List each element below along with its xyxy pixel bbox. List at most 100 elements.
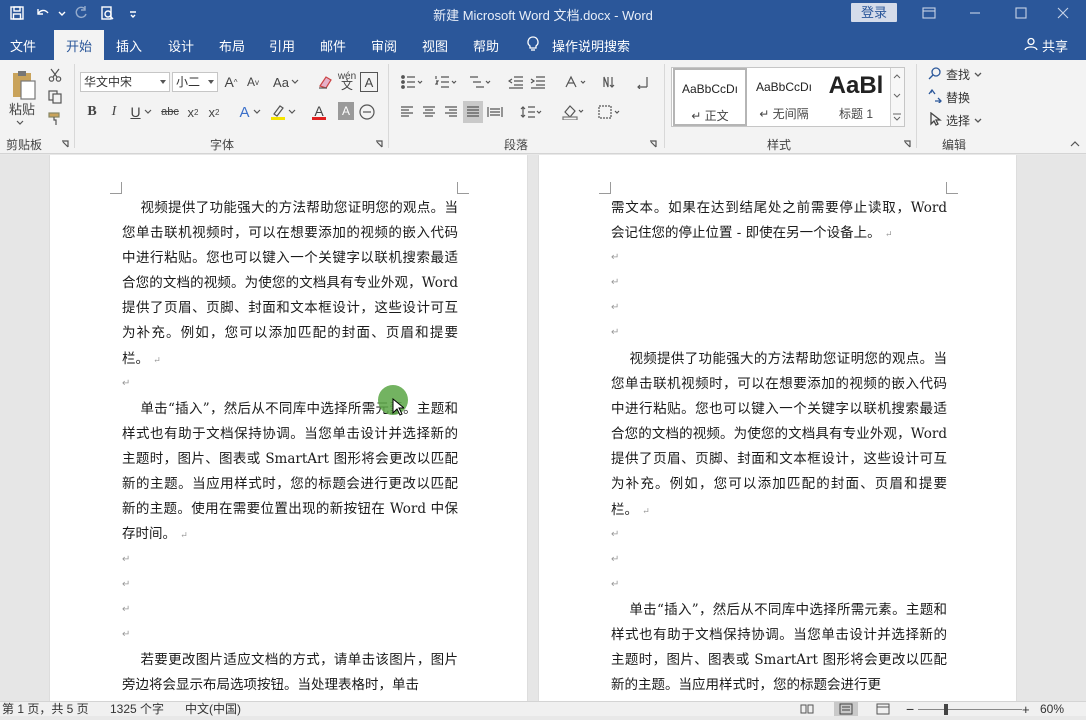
zoom-level[interactable]: 60% xyxy=(1040,702,1064,717)
language-indicator[interactable]: 中文(中国) xyxy=(185,702,241,717)
font-size-dropdown[interactable]: 小二 xyxy=(172,72,218,92)
format-painter-icon[interactable] xyxy=(46,110,64,128)
paragraph[interactable]: 需文本。如果在达到结尾处之前需要停止读取，Word 会记住您的停止位置 - 即使… xyxy=(611,196,947,248)
minimize-icon[interactable] xyxy=(952,0,998,26)
decrease-indent-icon[interactable] xyxy=(506,72,526,92)
bold-icon[interactable]: B xyxy=(84,102,100,122)
paste-dropdown-icon[interactable] xyxy=(10,118,30,128)
paragraph-mark: ↵ xyxy=(884,230,893,241)
print-layout-icon[interactable] xyxy=(834,702,858,716)
enclose-characters-icon[interactable] xyxy=(358,102,376,122)
align-center-icon[interactable] xyxy=(420,102,438,122)
chinese-layout-icon[interactable] xyxy=(560,72,590,92)
maximize-icon[interactable] xyxy=(998,0,1044,26)
tab-help[interactable]: 帮助 xyxy=(473,36,499,55)
share-label: 共享 xyxy=(1041,39,1068,54)
styles-launcher-icon[interactable] xyxy=(902,139,912,149)
tell-me-search[interactable]: 操作说明搜索 xyxy=(552,36,630,55)
share-button[interactable]: 共享 xyxy=(1024,36,1068,55)
paragraph-text: 视频提供了功能强大的方法帮助您证明您的观点。当您单击联机视频时，可以在想要添加的… xyxy=(122,200,463,367)
subscript-icon[interactable]: x2 xyxy=(185,102,201,122)
ribbon-display-options-icon[interactable] xyxy=(906,0,952,26)
page-count[interactable]: 第 1 页，共 5 页 xyxy=(2,702,89,717)
character-shading-icon[interactable]: A xyxy=(338,102,354,120)
clipboard-launcher-icon[interactable] xyxy=(60,139,70,149)
zoom-slider-track[interactable] xyxy=(918,709,1022,710)
tab-layout[interactable]: 布局 xyxy=(219,36,245,55)
web-layout-icon[interactable] xyxy=(876,703,890,719)
font-group-label: 字体 xyxy=(210,138,235,152)
tab-home[interactable]: 开始 xyxy=(54,30,105,60)
margin-corner xyxy=(457,182,469,194)
show-marks-icon[interactable] xyxy=(632,72,652,92)
numbering-icon[interactable] xyxy=(432,72,460,92)
tab-file[interactable]: 文件 xyxy=(10,36,36,55)
vertical-scrollbar[interactable] xyxy=(1066,155,1086,701)
paragraph-launcher-icon[interactable] xyxy=(648,139,658,149)
read-mode-icon[interactable] xyxy=(800,703,814,719)
word-count[interactable]: 1325 个字 xyxy=(110,702,164,717)
character-border-icon[interactable]: A xyxy=(360,72,378,92)
justify-icon[interactable] xyxy=(463,101,483,123)
change-case-label: Aa xyxy=(273,74,289,90)
text-effects-icon[interactable]: A xyxy=(236,102,264,122)
close-icon[interactable] xyxy=(1040,0,1086,26)
login-button[interactable]: 登录 xyxy=(851,3,897,22)
paragraph[interactable]: 视频提供了功能强大的方法帮助您证明您的观点。当您单击联机视频时，可以在想要添加的… xyxy=(611,347,947,525)
superscript-icon[interactable]: x2 xyxy=(206,102,222,122)
sort-icon[interactable] xyxy=(600,72,620,92)
font-name-dropdown[interactable]: 华文中宋 xyxy=(80,72,170,92)
change-case-icon[interactable]: Aa xyxy=(272,72,300,92)
increase-indent-icon[interactable] xyxy=(528,72,548,92)
style-normal[interactable]: AaBbCcDı ↵ 正文 xyxy=(673,68,747,126)
tab-references[interactable]: 引用 xyxy=(269,36,295,55)
zoom-slider-knob[interactable] xyxy=(944,704,948,715)
zoom-in-icon[interactable]: + xyxy=(1022,702,1030,717)
strikethrough-icon[interactable]: abc xyxy=(160,102,180,122)
zoom-out-icon[interactable]: − xyxy=(906,702,914,717)
paragraph-text: 单击“插入”，然后从不同库中选择所需元素。主题和样式也有助于文档保持协调。当您单… xyxy=(122,401,458,543)
tab-mailings[interactable]: 邮件 xyxy=(320,36,346,55)
shrink-font-icon[interactable]: Av xyxy=(244,72,262,92)
style-name: ↵ 正文 xyxy=(691,109,729,123)
tab-review[interactable]: 审阅 xyxy=(371,36,397,55)
underline-icon[interactable]: U xyxy=(127,102,155,122)
italic-icon[interactable]: I xyxy=(106,102,122,122)
distributed-icon[interactable] xyxy=(486,102,504,122)
collapse-ribbon-icon[interactable] xyxy=(1068,138,1082,150)
bullets-icon[interactable] xyxy=(398,72,426,92)
editing-group-label: 编辑 xyxy=(942,138,967,152)
paragraph[interactable]: 视频提供了功能强大的方法帮助您证明您的观点。当您单击联机视频时，可以在想要添加的… xyxy=(122,196,458,374)
select-button[interactable]: 选择 xyxy=(928,111,982,129)
align-left-icon[interactable] xyxy=(398,102,416,122)
font-launcher-icon[interactable] xyxy=(374,139,384,149)
tab-insert[interactable]: 插入 xyxy=(116,36,142,55)
phonetic-guide-icon[interactable]: wén 文 xyxy=(338,70,356,92)
shading-icon[interactable] xyxy=(558,102,588,122)
separator xyxy=(664,64,665,148)
highlight-icon[interactable] xyxy=(268,102,298,122)
cut-icon[interactable] xyxy=(46,66,64,84)
tab-design[interactable]: 设计 xyxy=(168,36,194,55)
clipboard-group-label: 剪贴板 xyxy=(6,138,43,152)
paragraph[interactable]: 单击“插入”，然后从不同库中选择所需元素。主题和样式也有助于文档保持协调。当您单… xyxy=(611,598,947,698)
styles-scroll[interactable] xyxy=(890,68,904,126)
line-spacing-icon[interactable] xyxy=(516,102,546,122)
grow-font-icon[interactable]: A ^ xyxy=(222,72,240,92)
paragraph-group-label: 段落 xyxy=(504,138,529,152)
tab-view[interactable]: 视图 xyxy=(422,36,448,55)
paragraph[interactable]: 若要更改图片适应文档的方式，请单击该图片，图片旁边将会显示布局选项按钮。当处理表… xyxy=(122,648,458,698)
style-heading-1[interactable]: AaBl 标题 1 xyxy=(821,68,891,126)
font-color-icon[interactable]: A xyxy=(304,102,334,122)
multilevel-list-icon[interactable] xyxy=(466,72,494,92)
copy-icon[interactable] xyxy=(46,88,64,106)
borders-icon[interactable] xyxy=(594,102,624,122)
paste-label[interactable]: 粘贴 xyxy=(4,100,40,117)
clear-formatting-icon[interactable] xyxy=(316,72,334,92)
align-right-icon[interactable] xyxy=(442,102,460,122)
title-bar: 新建 Microsoft Word 文档.docx - Word 登录 xyxy=(0,0,1086,26)
style-no-spacing[interactable]: AaBbCcDı ↵ 无间隔 xyxy=(747,68,821,126)
replace-button[interactable]: 替换 xyxy=(928,88,970,106)
find-button[interactable]: 查找 xyxy=(928,66,982,83)
paragraph[interactable]: 单击“插入”，然后从不同库中选择所需元素。主题和样式也有助于文档保持协调。当您单… xyxy=(122,397,458,550)
